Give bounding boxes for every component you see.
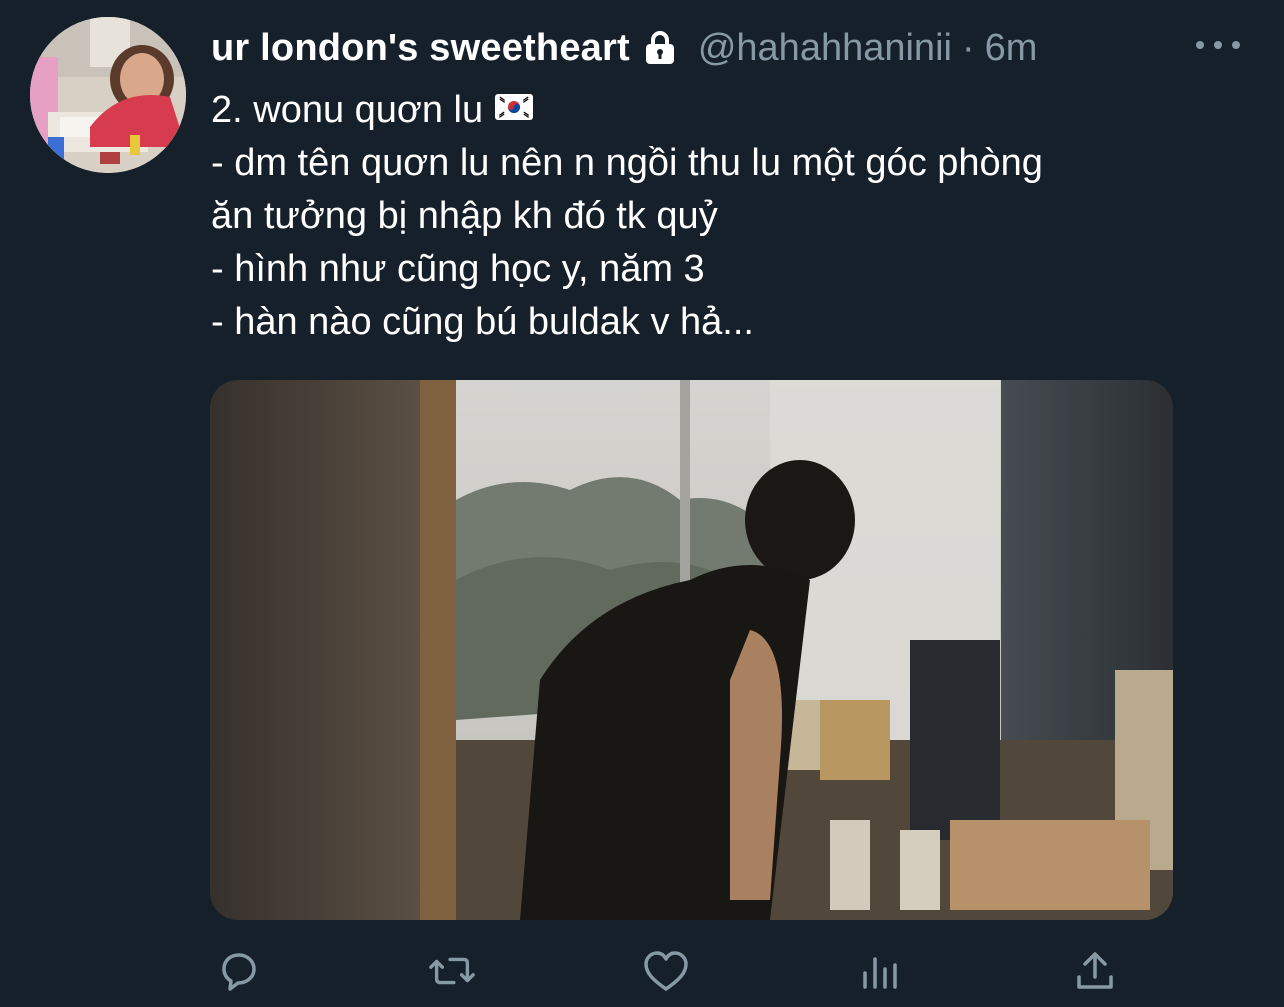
- tweet-line-1: 2. wonu quơn lu: [211, 84, 1251, 137]
- like-button[interactable]: [641, 946, 691, 996]
- timestamp[interactable]: 6m: [985, 27, 1038, 70]
- avatar[interactable]: [30, 17, 186, 173]
- tweet-line-1-text: 2. wonu quơn lu: [211, 89, 484, 131]
- retweet-button[interactable]: [427, 946, 477, 996]
- tweet-actions: [0, 946, 1284, 996]
- tweet-text: 2. wonu quơn lu - dm tên quơn lu nên n n…: [211, 84, 1251, 349]
- tweet-line-3: ăn tưởng bị nhập kh đó tk quỷ: [211, 195, 718, 237]
- like-icon: [644, 951, 688, 991]
- user-handle[interactable]: @hahahhaninii: [698, 27, 952, 70]
- photo-image: [210, 380, 1173, 920]
- more-options-icon[interactable]: [1196, 30, 1240, 60]
- tweet-line-5: - hàn nào cũng bú buldak v hả...: [211, 301, 754, 343]
- tweet-header: ur london's sweetheart @hahahhaninii · 6…: [211, 24, 1037, 72]
- share-button[interactable]: [1070, 946, 1120, 996]
- lock-icon: [640, 28, 680, 68]
- tweet-photo[interactable]: [210, 380, 1173, 920]
- reply-icon: [222, 953, 256, 991]
- analytics-icon: [863, 957, 897, 989]
- tweet-line-4: - hình như cũng học y, năm 3: [211, 248, 705, 290]
- reply-button[interactable]: [213, 946, 263, 996]
- avatar-image: [30, 17, 186, 173]
- analytics-button[interactable]: [856, 946, 906, 996]
- retweet-icon: [429, 957, 475, 985]
- separator-dot: ·: [961, 26, 975, 69]
- tweet-line-2: - dm tên quơn lu nên n ngồi thu lu một g…: [211, 142, 1043, 184]
- share-icon: [1077, 952, 1113, 989]
- south-korea-flag-icon: [495, 82, 534, 135]
- display-name[interactable]: ur london's sweetheart: [211, 27, 630, 70]
